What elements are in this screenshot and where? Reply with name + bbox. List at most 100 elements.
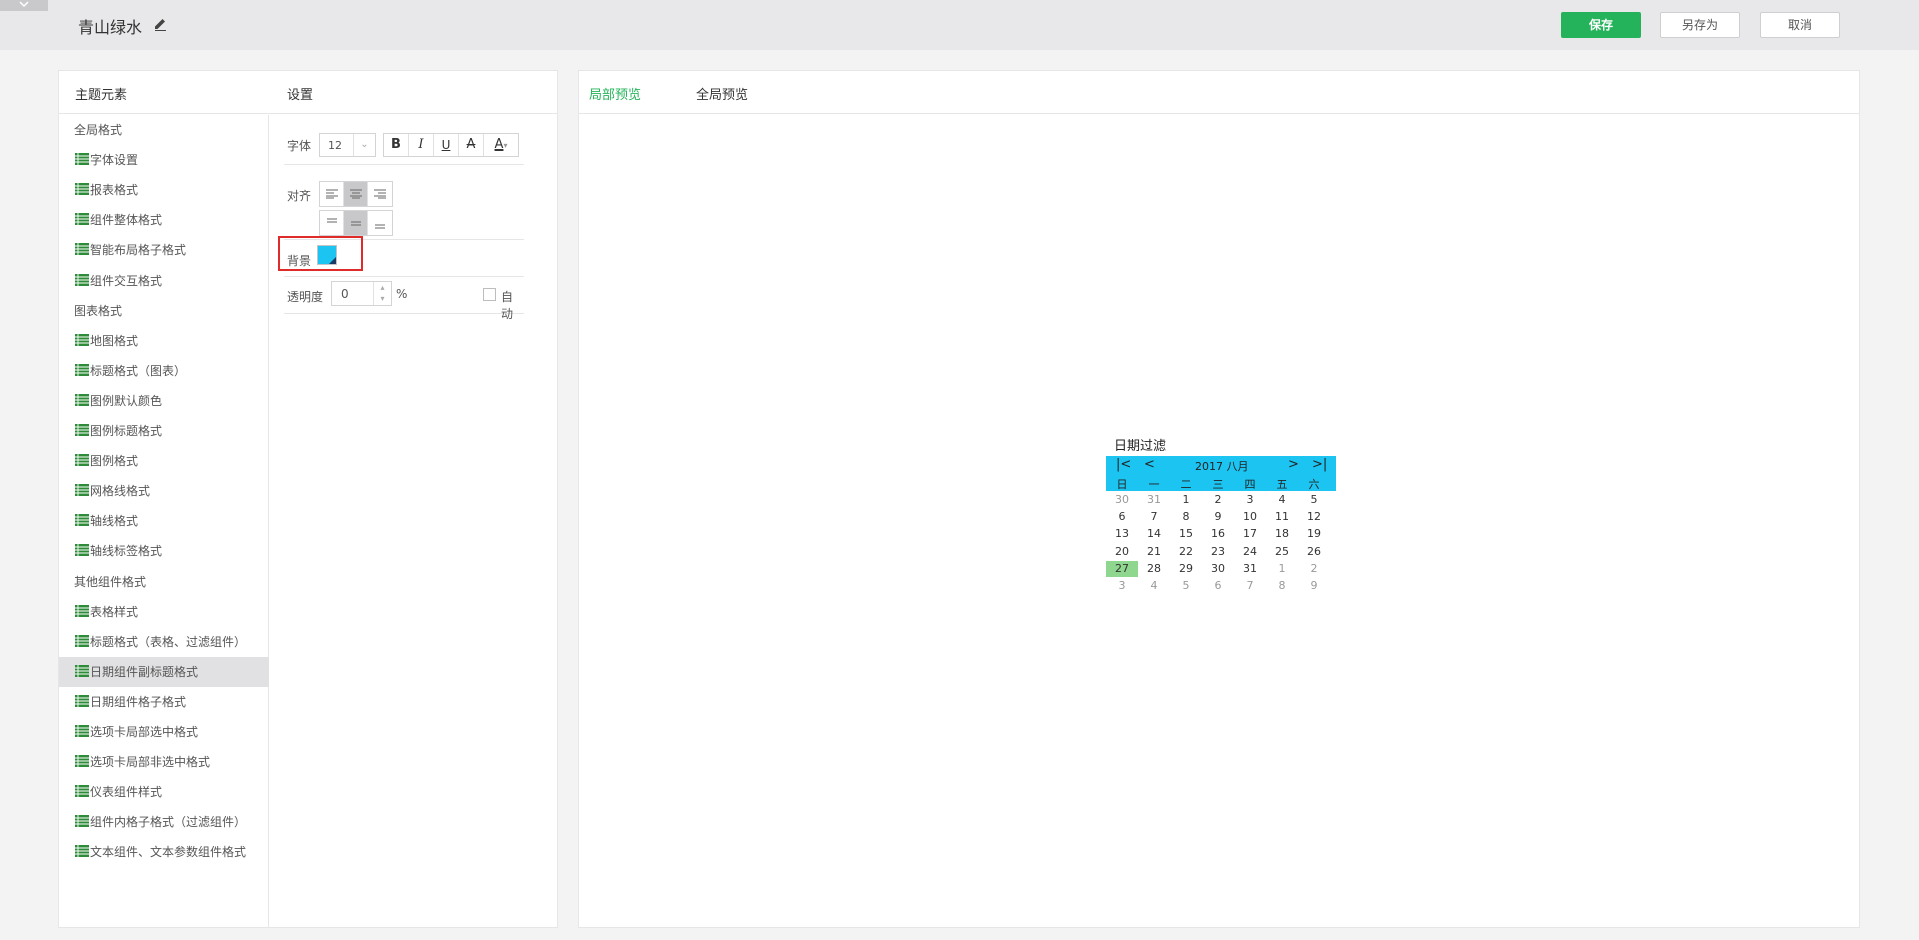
calendar-day[interactable]: 5 [1170, 578, 1202, 594]
calendar-day[interactable]: 23 [1202, 544, 1234, 560]
tree-item[interactable]: 表格样式 [59, 597, 269, 627]
tree-item[interactable]: 选项卡局部非选中格式 [59, 747, 269, 777]
tree-item[interactable]: 日期组件格子格式 [59, 687, 269, 717]
calendar-day[interactable]: 21 [1138, 544, 1170, 560]
calendar-day[interactable]: 16 [1202, 526, 1234, 542]
prev-month-icon[interactable]: < [1144, 458, 1155, 472]
calendar-day[interactable]: 4 [1266, 492, 1298, 508]
calendar-day[interactable]: 11 [1266, 509, 1298, 525]
calendar-day[interactable]: 3 [1106, 578, 1138, 594]
tree-item[interactable]: 文本组件、文本参数组件格式 [59, 837, 269, 867]
tree-item[interactable]: 图例标题格式 [59, 416, 269, 446]
calendar-day[interactable]: 27 [1106, 560, 1138, 577]
calendar-day[interactable]: 31 [1138, 492, 1170, 508]
calendar-year-month[interactable]: 2017 八月 [1195, 458, 1249, 474]
underline-button[interactable]: U [434, 134, 459, 156]
font-size-select[interactable]: 12 ⌄ [319, 133, 376, 157]
calendar-day[interactable]: 6 [1202, 578, 1234, 594]
calendar-day[interactable]: 6 [1106, 509, 1138, 525]
tree-item[interactable]: 组件整体格式 [59, 205, 269, 235]
calendar-day[interactable]: 22 [1170, 544, 1202, 560]
calendar-day[interactable]: 30 [1202, 561, 1234, 577]
tree-group[interactable]: 图表格式 [59, 296, 269, 326]
align-right-button[interactable] [368, 182, 392, 206]
calendar-day[interactable]: 31 [1234, 561, 1266, 577]
tree-item-label: 图例格式 [90, 454, 139, 469]
calendar-day[interactable]: 4 [1138, 578, 1170, 594]
calendar-day[interactable]: 18 [1266, 526, 1298, 542]
calendar-day[interactable]: 13 [1106, 526, 1138, 542]
align-top-button[interactable] [320, 211, 344, 235]
align-center-button[interactable] [344, 182, 368, 206]
last-month-icon[interactable]: >| [1312, 458, 1327, 472]
tree-item[interactable]: 轴线标签格式 [59, 536, 269, 566]
calendar-day[interactable]: 19 [1298, 526, 1330, 542]
tree-item[interactable]: 选项卡局部选中格式 [59, 717, 269, 747]
calendar-day[interactable]: 1 [1170, 492, 1202, 508]
tree-item[interactable]: 组件交互格式 [59, 266, 269, 296]
save-button[interactable]: 保存 [1561, 12, 1641, 38]
first-month-icon[interactable]: |< [1116, 458, 1131, 472]
tree-item[interactable]: 图例默认颜色 [59, 386, 269, 416]
calendar-day[interactable]: 8 [1170, 509, 1202, 525]
calendar-day[interactable]: 3 [1234, 492, 1266, 508]
tree-item[interactable]: 仪表组件样式 [59, 777, 269, 807]
tree-item[interactable]: 报表格式 [59, 175, 269, 205]
calendar-day[interactable]: 12 [1298, 509, 1330, 525]
calendar-day[interactable]: 24 [1234, 544, 1266, 560]
calendar-day[interactable]: 7 [1234, 578, 1266, 594]
align-label: 对齐 [287, 189, 312, 203]
calendar-day[interactable]: 15 [1170, 526, 1202, 542]
calendar-day[interactable]: 25 [1266, 544, 1298, 560]
spin-up-icon[interactable]: ▴ [374, 282, 391, 293]
calendar-day[interactable]: 26 [1298, 544, 1330, 560]
opacity-input[interactable]: 0 ▴ ▾ [331, 281, 392, 306]
tab-global-preview[interactable]: 全局预览 [696, 84, 748, 103]
calendar-day[interactable]: 20 [1106, 544, 1138, 560]
tab-local-preview[interactable]: 局部预览 [589, 84, 641, 103]
calendar-day[interactable]: 9 [1202, 509, 1234, 525]
tree-item[interactable]: 日期组件副标题格式 [59, 656, 269, 687]
calendar-day[interactable]: 29 [1170, 561, 1202, 577]
weekday-label: 五 [1276, 478, 1288, 491]
auto-checkbox[interactable] [483, 288, 496, 301]
save-as-button[interactable]: 另存为 [1660, 12, 1740, 38]
calendar-day[interactable]: 8 [1266, 578, 1298, 594]
strikethrough-button[interactable]: A [459, 134, 484, 156]
calendar-day[interactable]: 14 [1138, 526, 1170, 542]
spin-down-icon[interactable]: ▾ [374, 293, 391, 304]
tree-item[interactable]: 图例格式 [59, 446, 269, 476]
tree-item[interactable]: 地图格式 [59, 326, 269, 356]
collapse-toggle[interactable] [0, 0, 48, 11]
calendar-day[interactable]: 9 [1298, 578, 1330, 594]
tree-item[interactable]: 标题格式（图表） [59, 356, 269, 386]
align-middle-button[interactable] [344, 211, 368, 235]
calendar-day[interactable]: 30 [1106, 492, 1138, 508]
tree-item-label: 其他组件格式 [74, 574, 147, 589]
italic-button[interactable]: I [409, 134, 434, 156]
tree-item[interactable]: 轴线格式 [59, 506, 269, 536]
tree-item[interactable]: 网格线格式 [59, 476, 269, 506]
next-month-icon[interactable]: > [1288, 458, 1299, 472]
tree-group[interactable]: 其他组件格式 [59, 567, 269, 597]
calendar-day[interactable]: 5 [1298, 492, 1330, 508]
font-color-button[interactable]: A▾ [484, 134, 518, 156]
align-top-icon [326, 218, 337, 223]
tree-item[interactable]: 标题格式（表格、过滤组件） [59, 627, 269, 657]
calendar-day[interactable]: 10 [1234, 509, 1266, 525]
calendar-day[interactable]: 1 [1266, 561, 1298, 577]
pencil-icon[interactable] [152, 16, 168, 32]
cancel-button[interactable]: 取消 [1760, 12, 1840, 38]
calendar-day[interactable]: 2 [1298, 561, 1330, 577]
tree-item[interactable]: 字体设置 [59, 145, 269, 175]
align-bottom-button[interactable] [368, 211, 392, 235]
calendar-day[interactable]: 2 [1202, 492, 1234, 508]
bold-button[interactable]: B [384, 134, 409, 156]
tree-group[interactable]: 全局格式 [59, 115, 269, 145]
tree-item[interactable]: 组件内格子格式（过滤组件） [59, 807, 269, 837]
calendar-day[interactable]: 28 [1138, 561, 1170, 577]
calendar-day[interactable]: 7 [1138, 509, 1170, 525]
align-left-button[interactable] [320, 182, 344, 206]
tree-item[interactable]: 智能布局格子格式 [59, 235, 269, 265]
calendar-day[interactable]: 17 [1234, 526, 1266, 542]
